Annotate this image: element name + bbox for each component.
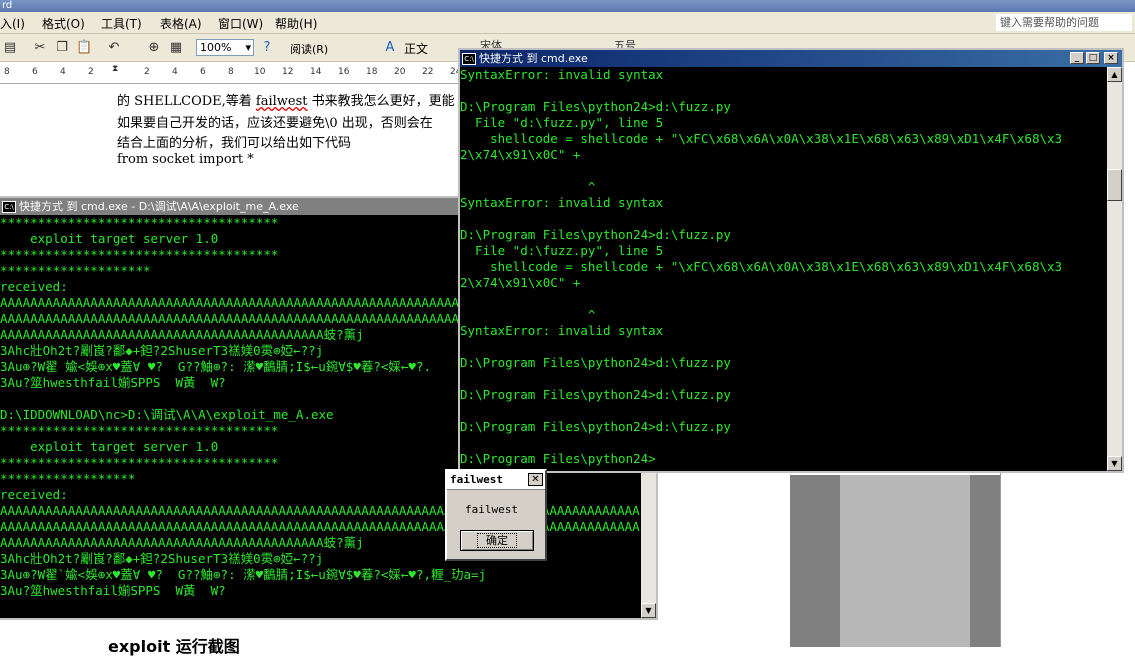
paste-icon[interactable]: 📋 [76,40,92,56]
console-window-python[interactable]: C:\ 快捷方式 到 cmd.exe _ □ × SyntaxError: inv… [458,48,1124,473]
console-line: D:\Program Files\python24> [460,451,656,466]
doc-line-2: 如果要自己开发的话，应该还要避免\0 出现，否则会在 [117,116,433,131]
console-line: SyntaxError: invalid syntax [460,323,664,338]
console-line: ^ [460,179,596,194]
help-search-input[interactable]: 键入需要帮助的问题 [996,14,1132,31]
menu-format[interactable]: 格式(O) [42,15,85,32]
ruler-tick: 22 [422,67,434,77]
console-line: File "d:\fuzz.py", line 5 [460,115,664,130]
console-scrollbar[interactable]: ▲ ▼ [1107,67,1122,471]
console-line: shellcode = shellcode + "\xFC\x68\x6A\x0… [460,131,1063,146]
ruler-tick: 20 [394,67,406,77]
ruler-tick: 8 [4,67,10,77]
console-title-text: 快捷方式 到 cmd.exe - D:\调试\A\A\exploit_me_A.… [19,200,299,213]
copy-icon[interactable]: ❐ [54,40,70,56]
ruler-tick: 2 [88,67,94,77]
scroll-thumb[interactable] [1107,169,1122,201]
console-line: 2\x74\x91\x0C" + [460,275,581,290]
console-output: SyntaxError: invalid syntax D:\Program Fi… [460,67,1107,471]
menu-insert[interactable]: 入(I) [0,15,25,32]
console-line: D:\Program Files\python24>d:\fuzz.py [460,419,731,434]
console-line: D:\Program Files\python24>d:\fuzz.py [460,99,731,114]
hyperlink-icon[interactable]: ⊕ [146,40,162,56]
doc-line-1: 的 SHELLCODE,等着 failwest 书来教我怎么更好，更能 [117,94,455,109]
ruler-tick: 10 [254,67,266,77]
console-line: 3Au⊕?W翟`婾<娛⊕x♥蓋∀ ♥? G??鮋⊕?: 潆♥鷭腈;I$←u鋺∀$… [0,567,487,582]
cmd-icon: C:\ [2,201,16,213]
console-line: D:\Program Files\python24>d:\fuzz.py [460,355,731,370]
console-title-text: 快捷方式 到 cmd.exe [479,52,588,65]
scroll-down-icon[interactable]: ▼ [1107,456,1122,471]
zoom-value: 100% [200,41,232,54]
help-icon[interactable]: ? [259,40,275,56]
word-title-bar: rd [0,0,1135,12]
undo-icon[interactable]: ↶ [106,40,122,56]
zoom-select[interactable]: 100% ▾ [196,39,254,56]
console-line: SyntaxError: invalid syntax [460,67,664,82]
page-thumbnail [840,475,970,647]
word-title-text: rd [2,0,13,11]
style-select[interactable]: 正文 [404,40,428,57]
ruler-tick: 8 [228,67,234,77]
menu-window[interactable]: 窗口(W) [218,15,263,32]
close-icon[interactable]: ✕ [528,473,543,486]
document-bottom: exploit 运行截图 [0,620,790,656]
scroll-down-icon[interactable]: ▼ [641,603,656,618]
console-line: File "d:\fuzz.py", line 5 [460,243,664,258]
console-line: 3Au?筮hwesthfail媊SPPS W黃 W? [0,583,226,598]
word-menu-bar: 入(I) 格式(O) 工具(T) 表格(A) 窗口(W) 帮助(H) 键入需要帮… [0,12,1135,34]
msgbox-text: failwest [465,503,518,516]
console-line: 2\x74\x91\x0C" + [460,147,581,162]
ruler-tick: 12 [282,67,294,77]
console-line: SyntaxError: invalid syntax [460,195,664,210]
styles-icon[interactable]: A [382,40,398,56]
scroll-up-icon[interactable]: ▲ [1107,67,1122,82]
ok-button[interactable]: 确定 [460,530,534,551]
ruler-tick: 6 [32,67,38,77]
horizontal-ruler: 8 6 4 2 2 4 6 8 10 12 14 16 18 20 22 24 ⧗ [0,62,465,84]
indent-marker-icon[interactable]: ⧗ [112,64,118,74]
console-line: shellcode = shellcode + "\xFC\x68\x6A\x0… [460,259,1063,274]
minimize-button[interactable]: _ [1070,52,1084,64]
console-line: ^ [460,307,596,322]
ruler-tick: 4 [60,67,66,77]
read-mode-button[interactable]: 阅读(R) [290,41,328,57]
chevron-down-icon: ▾ [245,41,251,54]
console-title-bar-active[interactable]: C:\ 快捷方式 到 cmd.exe [460,50,1122,67]
ok-button-label: 确定 [477,533,517,548]
doc-line-3: 结合上面的分析，我们可以给出如下代码 [117,136,352,151]
document-page: 的 SHELLCODE,等着 failwest 书来教我怎么更好，更能 如果要自… [0,84,465,200]
ruler-tick: 2 [144,67,150,77]
menu-table[interactable]: 表格(A) [160,15,202,32]
maximize-button[interactable]: □ [1086,52,1100,64]
close-button[interactable]: × [1104,52,1118,64]
console-line: D:\Program Files\python24>d:\fuzz.py [460,227,731,242]
doc-line-4: from socket import * [117,152,254,167]
ruler-tick: 4 [172,67,178,77]
print-preview-icon[interactable]: ▤ [2,40,18,56]
ruler-tick: 6 [200,67,206,77]
menu-help[interactable]: 帮助(H) [275,15,317,32]
console-line: D:\Program Files\python24>d:\fuzz.py [460,387,731,402]
ruler-tick: 16 [338,67,350,77]
menu-tools[interactable]: 工具(T) [101,15,142,32]
cmd-icon: C:\ [462,53,476,65]
ruler-tick: 18 [366,67,378,77]
failwest-message-box: failwest ✕ failwest 确定 [445,469,547,561]
cut-icon[interactable]: ✂ [32,40,48,56]
ruler-tick: 14 [310,67,322,77]
table-icon[interactable]: ▦ [168,40,184,56]
figure-caption: exploit 运行截图 [108,637,240,656]
